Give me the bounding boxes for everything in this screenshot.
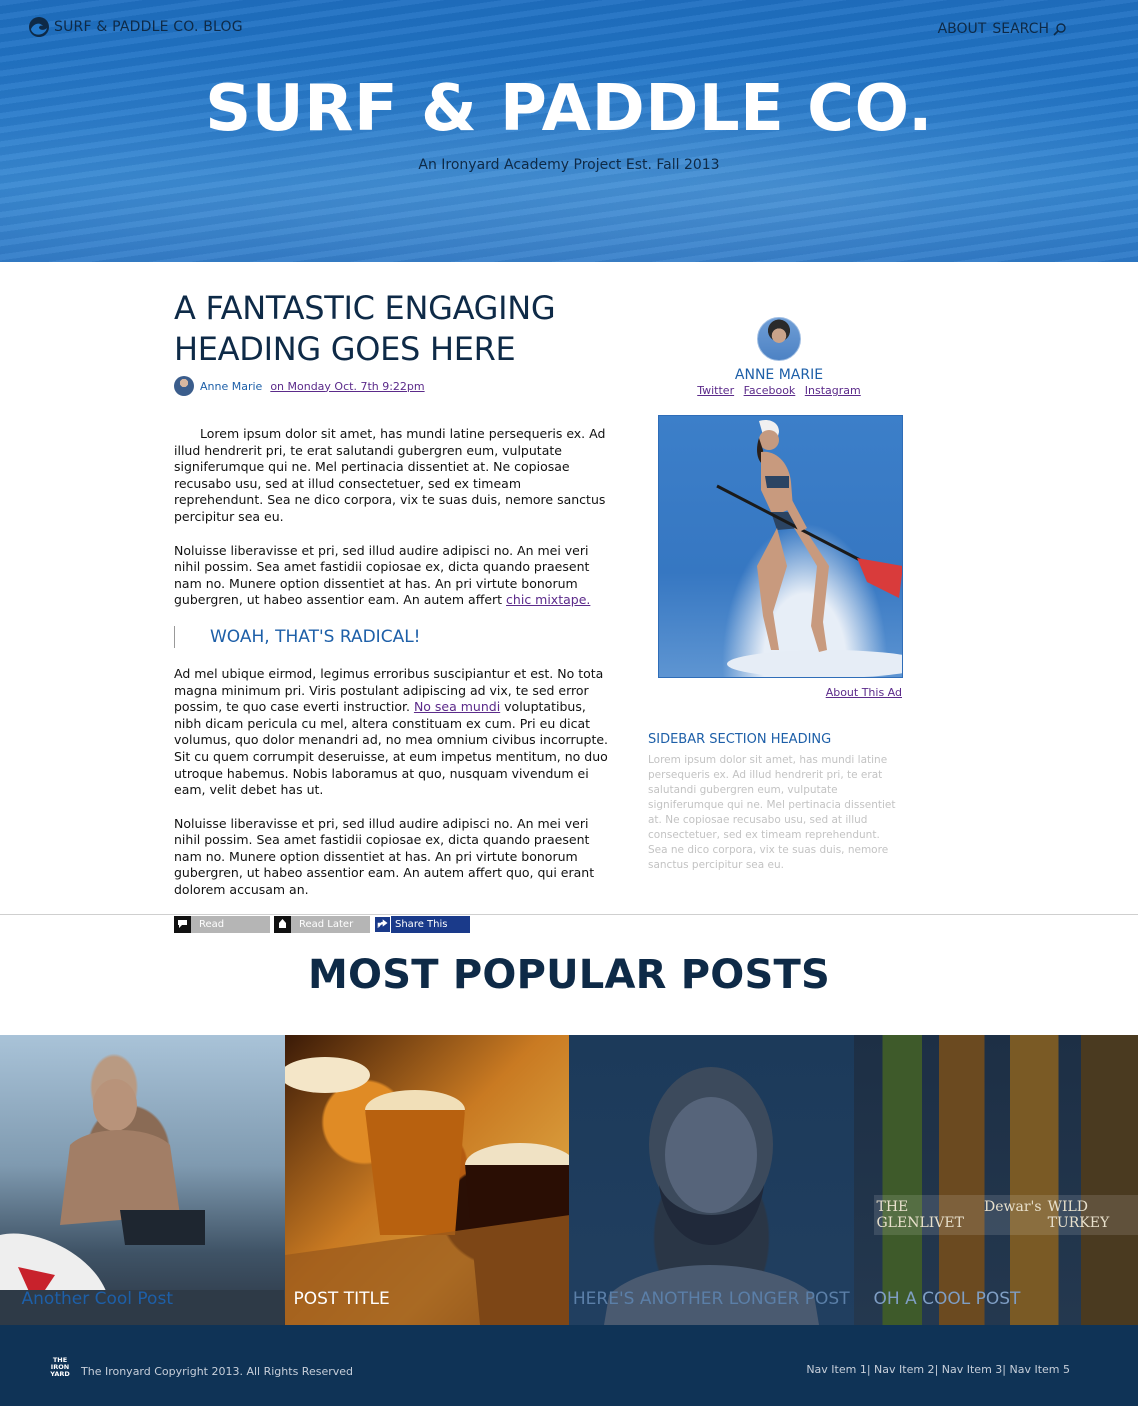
about-ad-row: About This Ad: [648, 686, 910, 699]
sidebar-section-text: Lorem ipsum dolor sit amet, has mundi la…: [648, 754, 896, 871]
read-comment-label: Read Comment: [191, 915, 270, 947]
popular-post-tile[interactable]: Another Cool Post: [0, 1035, 285, 1325]
footer-nav-separator: |: [866, 1363, 875, 1376]
pull-quote: WOAH, THAT'S RADICAL!: [174, 625, 614, 648]
share-post-button[interactable]: Share This Post: [374, 915, 470, 947]
site-title: SURF & PADDLE CO.: [205, 72, 933, 146]
footer-nav-item[interactable]: Nav Item 5: [1009, 1363, 1070, 1376]
wave-logo-icon: [29, 17, 49, 37]
popular-post-tile[interactable]: HERE'S ANOTHER LONGER POST: [569, 1035, 854, 1325]
read-later-button[interactable]: Read Later: [274, 915, 370, 933]
post-body: Lorem ipsum dolor sit amet, has mundi la…: [174, 426, 614, 899]
top-nav: ABOUT SEARCH: [938, 21, 1066, 37]
social-links: Twitter Facebook Instagram: [648, 384, 910, 397]
sidebar-author-name: ANNE MARIE: [734, 367, 824, 383]
read-comment-button[interactable]: Read Comment: [174, 915, 270, 947]
post-date-link[interactable]: on Monday Oct. 7th 9:22pm: [270, 380, 424, 393]
footer-nav-item[interactable]: Nav Item 1: [806, 1363, 867, 1376]
facebook-link[interactable]: Facebook: [744, 384, 796, 397]
beer-flight-illustration: [284, 1057, 569, 1325]
bottle-label: WILD TURKEY: [1044, 1195, 1138, 1235]
paragraph: Lorem ipsum dolor sit amet, has mundi la…: [174, 426, 606, 524]
chic-mixtape-link[interactable]: chic mixtape.: [506, 592, 590, 607]
footer-nav-separator: |: [934, 1363, 942, 1376]
ironyard-logo-icon: THE IRON YARD: [50, 1356, 70, 1378]
read-later-label: Read Later: [291, 915, 370, 933]
hero-header: SURF & PADDLE CO. BLOG ABOUT SEARCH SURF…: [0, 0, 1138, 262]
author-name[interactable]: Anne Marie: [200, 380, 262, 393]
popular-post-caption: OH A COOL POST: [873, 1289, 1021, 1309]
site-footer: THE IRON YARD The Ironyard Copyright 201…: [0, 1325, 1138, 1406]
instagram-link[interactable]: Instagram: [805, 384, 861, 397]
popular-post-caption: POST TITLE: [293, 1289, 390, 1309]
bookmark-icon: [274, 915, 291, 933]
popular-posts-heading: MOST POPULAR POSTS: [308, 952, 830, 998]
sidebar-section-heading: SIDEBAR SECTION HEADING: [648, 732, 832, 747]
copyright-text: The Ironyard Copyright 2013. All Rights …: [81, 1365, 353, 1378]
paragraph: Noluisse liberavisse et pri, sed illud a…: [174, 543, 614, 609]
paragraph: Noluisse liberavisse et pri, sed illud a…: [174, 815, 595, 898]
popular-posts-grid: Another Cool Post POST TITLE HERE'S ANOT…: [0, 1035, 1138, 1325]
nav-about-link[interactable]: ABOUT: [938, 21, 987, 37]
post-title: A FANTASTIC ENGAGING HEADING GOES HERE: [174, 289, 556, 368]
author-profile-avatar[interactable]: [757, 317, 801, 361]
paragraph: Ad mel ubique eirmod, legimus erroribus …: [174, 666, 614, 799]
footer-nav-item[interactable]: Nav Item 2: [874, 1363, 935, 1376]
footer-nav-separator: |: [1002, 1363, 1010, 1376]
blog-post: A FANTASTIC ENGAGING HEADING GOES HERE A…: [174, 288, 614, 947]
sidebar: ANNE MARIE Twitter Facebook Instagram Ab…: [648, 317, 910, 873]
paddleboard-illustration: [716, 420, 902, 677]
comment-icon: [174, 915, 191, 933]
popular-post-caption: HERE'S ANOTHER LONGER POST: [572, 1289, 850, 1309]
brand-name: SURF & PADDLE CO. BLOG: [54, 19, 243, 35]
site-subtitle: An Ironyard Academy Project Est. Fall 20…: [418, 157, 720, 173]
surfer-illustration: [0, 1079, 284, 1325]
bottle-label: THE GLENLIVET: [873, 1195, 982, 1235]
author-avatar[interactable]: [174, 376, 194, 396]
popular-post-tile[interactable]: POST TITLE: [284, 1035, 569, 1325]
byline: Anne Marie on Monday Oct. 7th 9:22pm: [174, 376, 614, 396]
ad-image-paddleboarder[interactable]: [658, 415, 903, 678]
share-icon: [374, 915, 391, 933]
bottle-label: Dewar's: [981, 1195, 1045, 1235]
popular-post-caption: Another Cool Post: [21, 1289, 173, 1309]
no-sea-mundi-link[interactable]: No sea mundi: [414, 699, 500, 714]
nav-search-link[interactable]: SEARCH: [992, 21, 1049, 37]
footer-nav-item[interactable]: Nav Item 3: [942, 1363, 1003, 1376]
bottle-labels: THE GLENLIVET Dewar's WILD TURKEY: [873, 1195, 1138, 1235]
twitter-link[interactable]: Twitter: [697, 384, 734, 397]
search-icon[interactable]: [1053, 22, 1066, 36]
popular-post-tile[interactable]: THE GLENLIVET Dewar's WILD TURKEY OH A C…: [853, 1035, 1138, 1325]
brand[interactable]: SURF & PADDLE CO. BLOG: [28, 16, 243, 38]
about-this-ad-link[interactable]: About This Ad: [826, 686, 902, 699]
share-label: Share This Post: [391, 915, 470, 947]
footer-nav: Nav Item 1 | Nav Item 2 | Nav Item 3 | Nav …: [806, 1363, 1070, 1376]
post-actions: Read Comment Read Later Share This Post: [174, 915, 614, 947]
bearded-man-illustration: [604, 1067, 819, 1325]
section-divider: [0, 914, 1138, 915]
